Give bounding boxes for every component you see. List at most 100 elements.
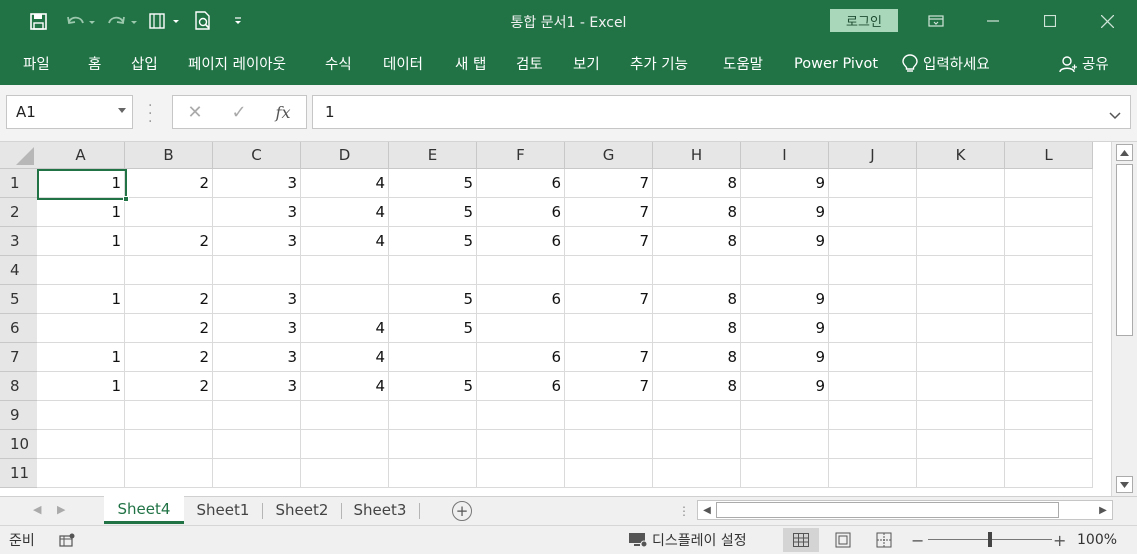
tab-page-layout[interactable]: 페이지 레이아웃 [188,42,286,85]
sheet-tab-sheet2[interactable]: Sheet2 [264,497,340,523]
login-button[interactable]: 로그인 [830,9,898,32]
cell[interactable] [917,372,1005,401]
cell[interactable] [917,459,1005,488]
cell[interactable] [301,285,389,314]
cell[interactable] [125,430,213,459]
select-all-button[interactable] [0,142,38,169]
enter-check-icon[interactable]: ✓ [219,96,259,128]
row-header[interactable]: 10 [0,430,38,459]
cell[interactable] [741,256,829,285]
cell[interactable] [917,314,1005,343]
cell[interactable]: 6 [477,343,565,372]
cell[interactable]: 6 [477,169,565,198]
cell[interactable] [389,343,477,372]
cell[interactable] [125,256,213,285]
cell[interactable] [1005,459,1093,488]
cell[interactable] [917,256,1005,285]
cell[interactable]: 7 [565,198,653,227]
cell[interactable]: 5 [389,314,477,343]
cell[interactable] [917,169,1005,198]
sheet-tab-sheet4[interactable]: Sheet4 [104,496,184,524]
cell[interactable] [125,198,213,227]
cell[interactable] [477,401,565,430]
zoom-level[interactable]: 100% [1077,526,1117,554]
page-break-preview-icon[interactable] [866,528,902,552]
cell[interactable] [829,169,917,198]
tab-new-tab[interactable]: 새 탭 [455,42,486,85]
cell[interactable] [829,459,917,488]
cell[interactable] [125,459,213,488]
cell[interactable] [37,256,125,285]
column-header[interactable]: B [125,142,213,169]
row-header[interactable]: 4 [0,256,38,285]
tab-review[interactable]: 검토 [516,42,543,85]
cell[interactable] [1005,285,1093,314]
cell[interactable] [389,401,477,430]
macro-record-icon[interactable] [59,526,75,554]
cell[interactable] [301,256,389,285]
cell[interactable] [213,256,301,285]
cell[interactable] [565,256,653,285]
cell[interactable]: 3 [213,372,301,401]
tab-power-pivot[interactable]: Power Pivot [794,42,878,85]
column-header[interactable]: E [389,142,477,169]
cell[interactable] [917,227,1005,256]
cell[interactable] [653,401,741,430]
column-header[interactable]: C [213,142,301,169]
cell[interactable] [917,343,1005,372]
cell[interactable]: 2 [125,227,213,256]
print-preview-icon[interactable] [190,0,216,42]
cell[interactable]: 8 [653,227,741,256]
cell[interactable] [1005,430,1093,459]
page-layout-view-icon[interactable] [825,528,861,552]
cell[interactable]: 4 [301,314,389,343]
cell[interactable] [829,227,917,256]
cell[interactable] [565,401,653,430]
cell[interactable] [477,256,565,285]
cell[interactable] [477,430,565,459]
row-header[interactable]: 7 [0,343,38,372]
cell[interactable] [653,256,741,285]
cell[interactable]: 8 [653,198,741,227]
column-header[interactable]: H [653,142,741,169]
cell[interactable] [829,401,917,430]
cell[interactable] [829,285,917,314]
share-button[interactable]: 공유 [1059,42,1109,85]
cell[interactable] [213,430,301,459]
cell[interactable] [1005,314,1093,343]
horizontal-scroll-thumb[interactable] [716,502,1059,518]
tab-home[interactable]: 홈 [88,42,101,85]
cell[interactable]: 6 [477,227,565,256]
cell[interactable]: 9 [741,169,829,198]
row-header[interactable]: 9 [0,401,38,430]
row-header[interactable]: 2 [0,198,38,227]
cell[interactable] [917,401,1005,430]
row-header[interactable]: 11 [0,459,38,488]
zoom-slider-knob[interactable] [988,532,992,547]
cell[interactable] [389,430,477,459]
cell[interactable]: 5 [389,372,477,401]
cell[interactable]: 8 [653,343,741,372]
tab-add-ins[interactable]: 추가 기능 [630,42,688,85]
cell[interactable]: 8 [653,314,741,343]
cell[interactable] [917,198,1005,227]
prev-sheet-icon[interactable]: ◀ [33,503,41,516]
cell[interactable]: 4 [301,372,389,401]
maximize-icon[interactable] [1027,0,1073,42]
cell[interactable]: 3 [213,314,301,343]
cell[interactable] [653,459,741,488]
sheet-tab-sheet1[interactable]: Sheet1 [186,497,260,523]
cell[interactable] [829,372,917,401]
cell[interactable] [37,459,125,488]
cell[interactable] [389,459,477,488]
cell[interactable]: 9 [741,227,829,256]
row-header[interactable]: 8 [0,372,38,401]
formula-input[interactable]: 1 [312,95,1131,129]
cell[interactable]: 1 [37,227,125,256]
cell[interactable]: 4 [301,227,389,256]
row-header[interactable]: 1 [0,169,38,198]
cancel-icon[interactable]: ✕ [175,96,215,128]
normal-view-icon[interactable] [783,528,819,552]
spreadsheet-grid[interactable]: ABCDEFGHIJKL1123456789213456789312345678… [0,142,1111,496]
scroll-up-icon[interactable] [1116,144,1133,161]
